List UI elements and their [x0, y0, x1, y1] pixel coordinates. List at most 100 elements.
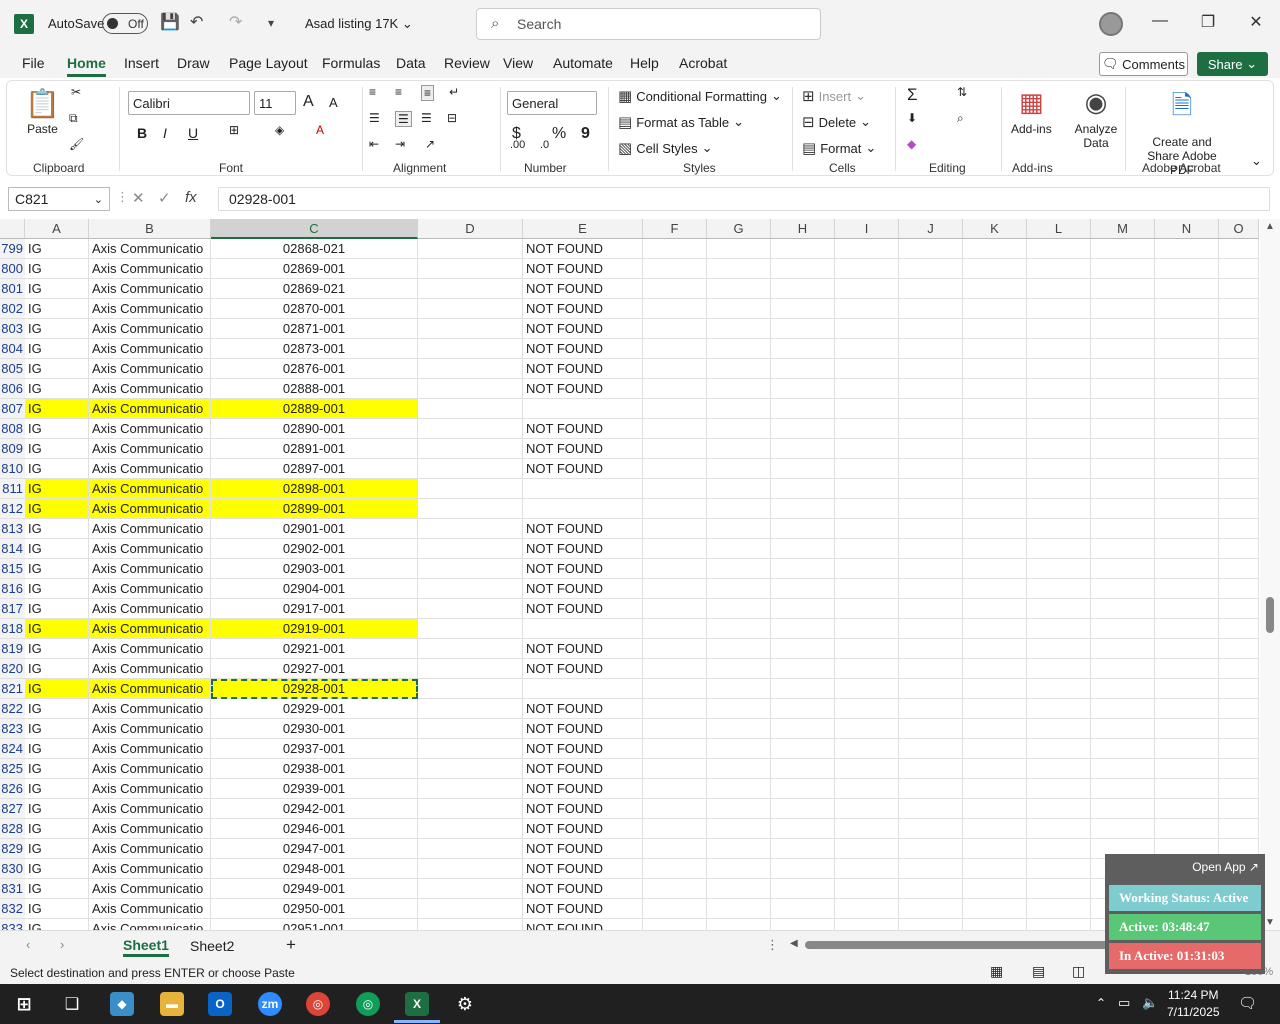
cell[interactable] [1155, 759, 1219, 779]
cell[interactable] [963, 359, 1027, 379]
cell[interactable] [1091, 699, 1155, 719]
cell[interactable] [835, 339, 899, 359]
cell[interactable] [835, 399, 899, 419]
cell[interactable] [771, 379, 835, 399]
cell[interactable] [1155, 659, 1219, 679]
cell[interactable] [1091, 359, 1155, 379]
cell[interactable] [1091, 779, 1155, 799]
cell[interactable] [771, 819, 835, 839]
cell[interactable]: Axis Communicatio [89, 819, 211, 839]
cell[interactable] [707, 799, 771, 819]
notifications-icon[interactable]: 🗨 [1238, 994, 1257, 1012]
cell[interactable] [418, 779, 523, 799]
cell[interactable] [1155, 819, 1219, 839]
cell[interactable] [771, 699, 835, 719]
cell[interactable]: Axis Communicatio [89, 759, 211, 779]
cell[interactable]: NOT FOUND [523, 579, 643, 599]
row-header[interactable]: 811 [0, 479, 25, 499]
cell[interactable] [1091, 279, 1155, 299]
cell[interactable]: Axis Communicatio [89, 239, 211, 259]
cell[interactable]: NOT FOUND [523, 819, 643, 839]
cell[interactable] [963, 319, 1027, 339]
cell[interactable] [963, 919, 1027, 930]
cell[interactable] [707, 399, 771, 419]
cell[interactable] [963, 299, 1027, 319]
chrome-icon[interactable]: ◎ [306, 992, 330, 1016]
cell[interactable]: IG [25, 479, 89, 499]
cell[interactable] [899, 859, 963, 879]
cell[interactable]: IG [25, 519, 89, 539]
cell[interactable]: Axis Communicatio [89, 839, 211, 859]
cell[interactable] [418, 559, 523, 579]
cell[interactable] [1155, 779, 1219, 799]
cell[interactable]: Axis Communicatio [89, 859, 211, 879]
cell[interactable] [963, 379, 1027, 399]
cell[interactable]: IG [25, 259, 89, 279]
row-header[interactable]: 799 [0, 239, 25, 259]
cell[interactable] [1155, 519, 1219, 539]
italic-button[interactable]: I [163, 125, 167, 141]
vertical-scroll-thumb[interactable] [1266, 597, 1274, 633]
cell[interactable]: 02919-001 [211, 619, 418, 639]
cell[interactable] [643, 619, 707, 639]
row-header[interactable]: 830 [0, 859, 25, 879]
delete-cells-button[interactable]: ⊟ Delete ⌄ [802, 113, 871, 131]
cell[interactable]: 02901-001 [211, 519, 418, 539]
cell[interactable] [643, 559, 707, 579]
cell[interactable] [1027, 479, 1091, 499]
cell[interactable]: IG [25, 699, 89, 719]
cell[interactable] [1219, 439, 1259, 459]
cell[interactable] [835, 419, 899, 439]
cell[interactable] [1027, 819, 1091, 839]
row-header[interactable]: 803 [0, 319, 25, 339]
align-left-icon[interactable]: ☰ [369, 111, 380, 125]
cell[interactable]: NOT FOUND [523, 519, 643, 539]
cell[interactable] [1219, 359, 1259, 379]
cell[interactable] [1155, 539, 1219, 559]
cell[interactable]: IG [25, 899, 89, 919]
tab-review[interactable]: Review [444, 55, 490, 71]
cell[interactable]: IG [25, 619, 89, 639]
cell[interactable] [963, 619, 1027, 639]
cell[interactable] [1027, 299, 1091, 319]
cell[interactable] [963, 599, 1027, 619]
row-header[interactable]: 808 [0, 419, 25, 439]
cell[interactable] [899, 539, 963, 559]
cell[interactable] [835, 239, 899, 259]
cell[interactable]: IG [25, 879, 89, 899]
row-header[interactable]: 805 [0, 359, 25, 379]
sheet-tab-sheet2[interactable]: Sheet2 [190, 935, 234, 957]
cell[interactable] [1091, 719, 1155, 739]
increase-decimal-icon[interactable]: .00 [510, 139, 525, 151]
cell[interactable] [835, 759, 899, 779]
cell[interactable] [707, 739, 771, 759]
cell[interactable]: NOT FOUND [523, 299, 643, 319]
cell[interactable]: NOT FOUND [523, 239, 643, 259]
cell[interactable] [771, 359, 835, 379]
cell[interactable] [899, 719, 963, 739]
tab-formulas[interactable]: Formulas [322, 55, 380, 71]
cell[interactable]: NOT FOUND [523, 719, 643, 739]
show-hidden-icons-icon[interactable]: ⌃ [1096, 996, 1106, 1010]
cell[interactable] [1219, 679, 1259, 699]
cell[interactable] [1155, 739, 1219, 759]
font-color-icon[interactable]: A [316, 123, 324, 137]
cell[interactable] [643, 279, 707, 299]
cell[interactable] [963, 579, 1027, 599]
cell[interactable] [963, 259, 1027, 279]
cell[interactable]: IG [25, 739, 89, 759]
row-header[interactable]: 810 [0, 459, 25, 479]
cell[interactable] [1091, 759, 1155, 779]
cell[interactable] [1219, 339, 1259, 359]
cell[interactable] [771, 679, 835, 699]
cell[interactable]: 02869-021 [211, 279, 418, 299]
account-avatar[interactable] [1099, 12, 1123, 36]
cell[interactable] [771, 799, 835, 819]
cell[interactable] [899, 839, 963, 859]
cell[interactable]: IG [25, 819, 89, 839]
cell[interactable] [643, 839, 707, 859]
page-layout-view-icon[interactable]: ▤ [1032, 963, 1045, 980]
customize-toolbar-icon[interactable]: ▾ [268, 16, 274, 30]
cell[interactable] [1091, 739, 1155, 759]
cell[interactable] [418, 799, 523, 819]
